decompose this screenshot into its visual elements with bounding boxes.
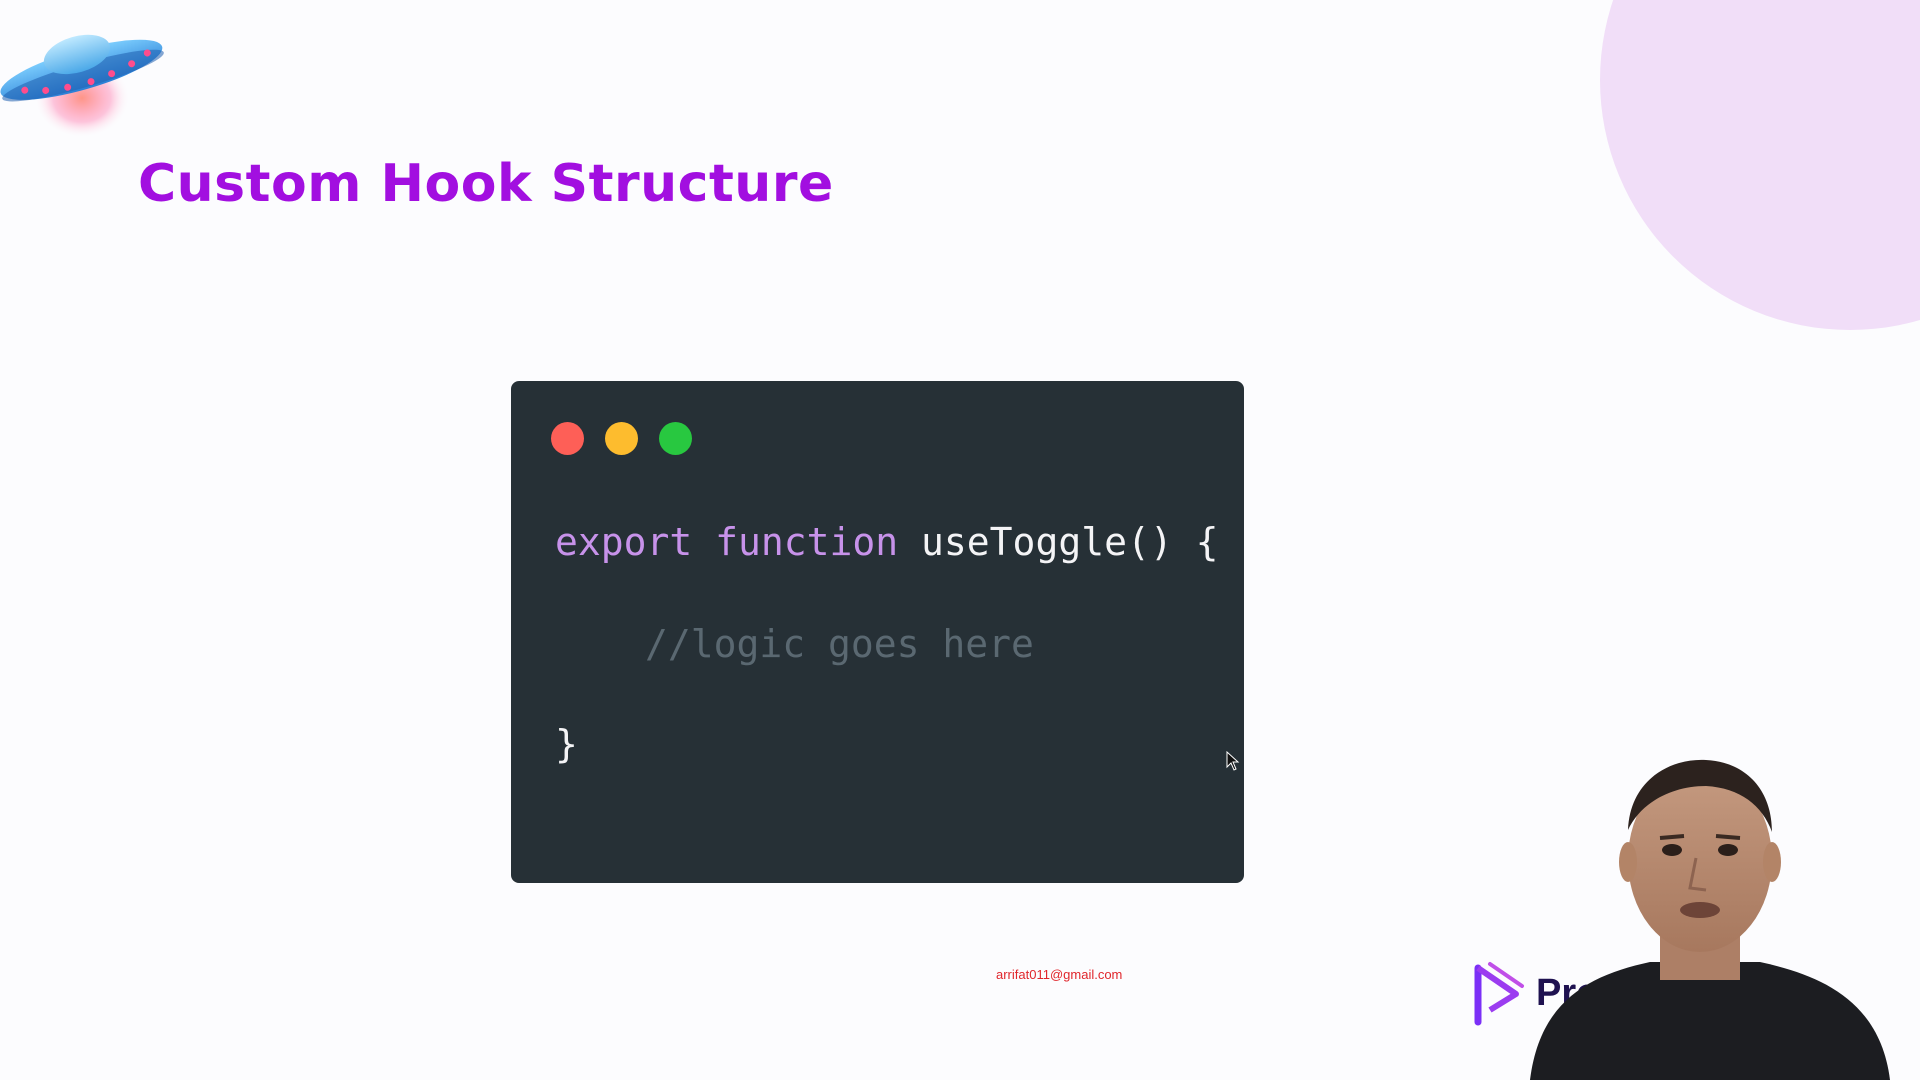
code-line-1: export function useToggle() {	[555, 523, 1218, 561]
code-keyword: export function	[555, 520, 899, 564]
maximize-dot	[659, 422, 692, 455]
code-closing-brace: }	[555, 722, 578, 766]
slide-title: Custom Hook Structure	[138, 154, 834, 214]
ufo-icon	[0, 34, 164, 138]
minimize-dot	[605, 422, 638, 455]
close-dot	[551, 422, 584, 455]
decorative-circle	[1600, 0, 1920, 330]
mouse-cursor-icon	[1226, 751, 1240, 771]
code-comment: //logic goes here	[645, 622, 1034, 666]
code-window: export function useToggle() { //logic go…	[511, 381, 1244, 883]
slide-stage: Custom Hook Structure export function us…	[0, 0, 1920, 1080]
code-function-signature: useToggle() {	[898, 520, 1219, 564]
watermark-email: arrifat011@gmail.com	[996, 967, 1123, 982]
window-controls	[551, 422, 692, 455]
presenter-webcam	[1530, 759, 1890, 1080]
